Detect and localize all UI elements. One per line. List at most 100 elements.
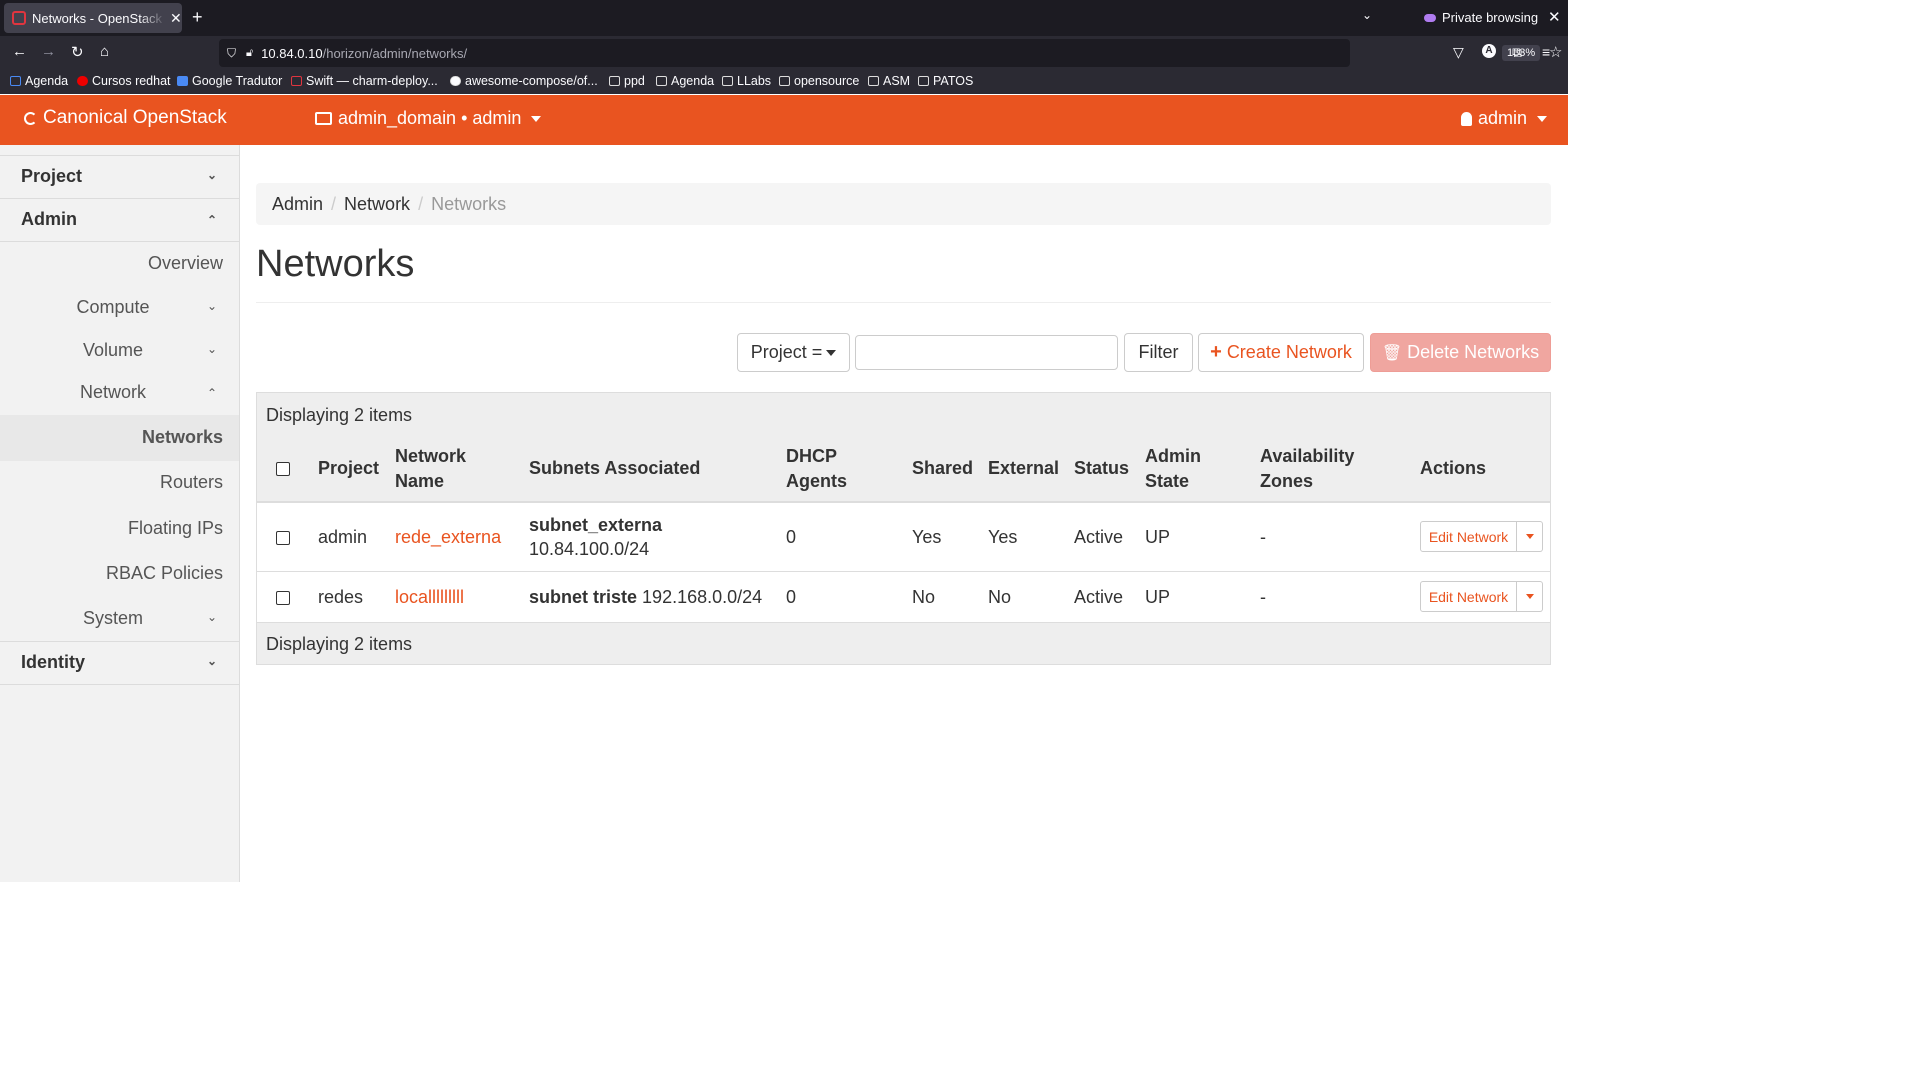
browser-tab[interactable]: Networks - OpenStack Dashboard ✕: [4, 3, 182, 33]
breadcrumb-admin[interactable]: Admin: [272, 194, 323, 215]
chevron-down-icon: ⌄: [206, 610, 217, 624]
header-actions: Actions: [1420, 458, 1487, 478]
select-all-checkbox[interactable]: [276, 462, 290, 476]
browser-nav-bar: ← → ↻ ⌂ ⛉ 🔓︎ 10.84.0.10/horizon/admin/ne…: [0, 36, 1568, 70]
sidebar-item-floating-ips[interactable]: Floating IPs: [0, 518, 239, 542]
network-link[interactable]: localllllllll: [395, 587, 464, 607]
filter-button[interactable]: Filter: [1124, 333, 1193, 372]
calendar-icon: [10, 76, 21, 86]
caret-down-icon: [1525, 534, 1534, 539]
list-tabs-icon[interactable]: ⌄: [1362, 8, 1372, 22]
sidebar-item-rbac-policies[interactable]: RBAC Policies: [0, 563, 239, 587]
extensions-icon[interactable]: ⧉: [1512, 44, 1522, 61]
tracking-shield-icon[interactable]: ⛉: [227, 46, 236, 61]
header-subnets[interactable]: Subnets Associated: [529, 456, 700, 481]
header-network-name[interactable]: Network Name: [395, 444, 466, 494]
project-context-dropdown[interactable]: admin_domain • admin: [315, 108, 542, 129]
menu-icon[interactable]: ≡: [1542, 44, 1550, 60]
sidebar-section-label: Identity: [21, 652, 86, 672]
bookmark-swift[interactable]: Swift — charm-deploy...: [291, 74, 438, 88]
row-actions-dropdown[interactable]: [1517, 581, 1543, 612]
sidebar-section-identity[interactable]: Identity ⌄: [0, 641, 239, 685]
sidebar-group-system[interactable]: System ⌄: [0, 608, 239, 632]
chevron-up-icon: ⌃: [206, 213, 217, 227]
row-actions-dropdown[interactable]: [1517, 521, 1543, 552]
row-checkbox[interactable]: [276, 591, 290, 605]
bookmark-cursos-redhat[interactable]: Cursos redhat: [77, 74, 171, 88]
url-bar[interactable]: ⛉ 🔓︎ 10.84.0.10/horizon/admin/networks/ …: [219, 39, 1562, 67]
header-status[interactable]: Status: [1074, 456, 1129, 481]
sidebar-item-overview[interactable]: Overview: [0, 253, 239, 277]
create-network-button[interactable]: + Create Network: [1198, 333, 1364, 372]
sidebar-item-networks[interactable]: Networks: [0, 415, 239, 461]
back-icon[interactable]: ←: [12, 43, 27, 60]
header-dhcp-agents[interactable]: DHCP Agents: [786, 444, 847, 494]
bookmark-folder-asm[interactable]: ASM: [868, 74, 910, 88]
user-menu-dropdown[interactable]: admin: [1460, 108, 1547, 129]
bookmark-google-tradutor[interactable]: Google Tradutor: [177, 74, 282, 88]
create-network-label: Create Network: [1226, 342, 1352, 362]
sidebar-group-compute[interactable]: Compute ⌄: [0, 297, 239, 321]
header-line: Zones: [1260, 471, 1314, 491]
network-link[interactable]: rede_externa: [395, 527, 501, 547]
sidebar-item-label: Routers: [159, 472, 223, 492]
filter-field-select[interactable]: Project =: [737, 333, 850, 372]
caret-down-icon: [826, 349, 837, 356]
bookmark-folder-ppd[interactable]: ppd: [609, 74, 645, 88]
cell-subnets: subnet_externa 10.84.100.0/24: [529, 513, 662, 561]
row-checkbox[interactable]: [276, 531, 290, 545]
cell-project: redes: [318, 587, 364, 607]
cell-status: Active: [1074, 527, 1124, 547]
close-tab-icon[interactable]: ✕: [170, 10, 182, 27]
sidebar-item-label: Networks: [141, 427, 223, 447]
bookmark-folder-patos[interactable]: PATOS: [918, 74, 973, 88]
brand-logo[interactable]: Canonical OpenStack: [24, 107, 227, 129]
bookmark-star-icon[interactable]: ☆: [1549, 43, 1562, 61]
header-line: Availability: [1260, 446, 1355, 466]
bookmark-agenda-notion[interactable]: Agenda: [656, 74, 714, 88]
delete-networks-button[interactable]: 🗑︎ Delete Networks: [1370, 333, 1551, 372]
edit-network-button[interactable]: Edit Network: [1420, 581, 1517, 612]
bookmark-folder-llabs[interactable]: LLabs: [722, 74, 771, 88]
header-admin-state[interactable]: Admin State: [1145, 444, 1201, 494]
filter-input[interactable]: [855, 335, 1118, 370]
bookmark-label: Cursos redhat: [92, 74, 171, 88]
home-icon[interactable]: ⌂: [100, 43, 109, 60]
bookmark-label: awesome-compose/of...: [465, 74, 598, 88]
close-window-icon[interactable]: ✕: [1548, 8, 1561, 26]
bookmark-folder-opensource[interactable]: opensource: [779, 74, 859, 88]
breadcrumb-network[interactable]: Network: [344, 194, 410, 215]
sidebar-item-routers[interactable]: Routers: [0, 472, 239, 496]
app-header: Canonical OpenStack admin_domain • admin…: [0, 95, 1568, 145]
sidebar-group-network[interactable]: Network ⌃: [0, 382, 239, 406]
header-availability-zones[interactable]: Availability Zones: [1260, 444, 1354, 494]
header-line: State: [1145, 471, 1190, 491]
cell-admin-state: UP: [1145, 587, 1171, 607]
canonical-logo-icon: [24, 111, 37, 125]
new-tab-button[interactable]: +: [192, 7, 203, 28]
header-external[interactable]: External: [988, 456, 1059, 481]
breadcrumb-separator: /: [418, 193, 424, 214]
openstack-favicon-icon: [12, 11, 26, 25]
url-path: /horizon/admin/networks/: [322, 45, 468, 61]
bookmark-label: ppd: [624, 74, 645, 88]
forward-icon[interactable]: →: [41, 43, 56, 60]
cell-dhcp-agents: 0: [786, 527, 797, 547]
pocket-icon[interactable]: ▽: [1453, 44, 1464, 61]
insecure-lock-icon[interactable]: 🔓︎: [246, 47, 253, 60]
bookmark-agenda[interactable]: Agenda: [10, 74, 68, 88]
cell-external: Yes: [988, 527, 1018, 547]
cell-network-name: localllllllll: [395, 585, 464, 609]
account-icon[interactable]: A: [1482, 44, 1496, 58]
header-shared[interactable]: Shared: [912, 456, 973, 481]
table-row: redes localllllllll subnet triste 192.16…: [257, 572, 1550, 623]
edit-network-button[interactable]: Edit Network: [1420, 521, 1517, 552]
reload-icon[interactable]: ↻: [71, 43, 84, 61]
header-project[interactable]: Project: [318, 456, 379, 481]
sidebar-section-admin[interactable]: Admin ⌃: [0, 198, 239, 242]
bookmark-label: Agenda: [671, 74, 715, 88]
trash-icon: 🗑︎: [1381, 344, 1403, 362]
sidebar-group-volume[interactable]: Volume ⌄: [0, 340, 239, 364]
bookmark-awesome-compose[interactable]: awesome-compose/of...: [450, 74, 598, 88]
sidebar-section-project[interactable]: Project ⌄: [0, 155, 239, 199]
